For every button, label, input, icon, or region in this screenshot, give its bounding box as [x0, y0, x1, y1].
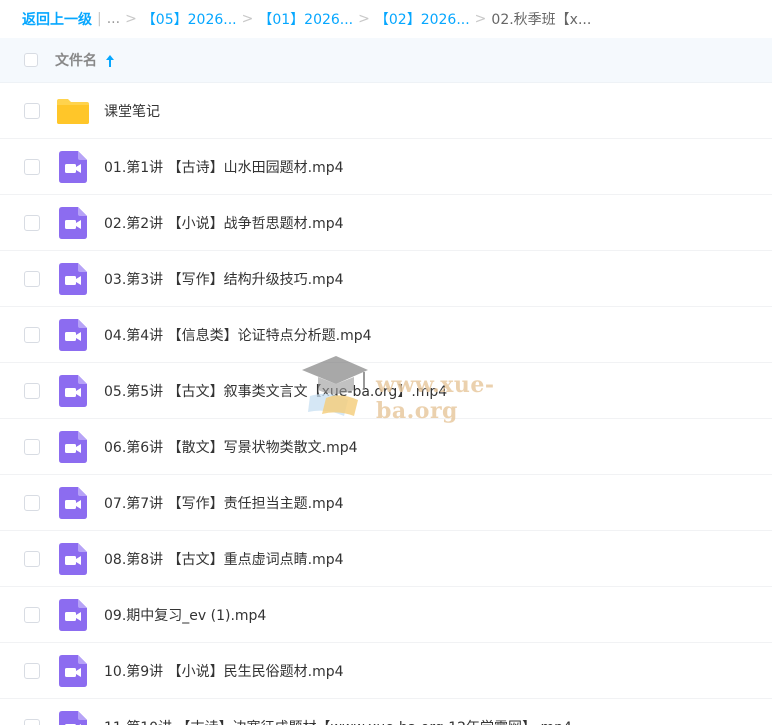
file-row[interactable]: 04.第4讲 【信息类】论证特点分析题.mp4: [0, 307, 772, 363]
video-file-icon[interactable]: [56, 486, 90, 520]
breadcrumb-ellipsis[interactable]: ...: [107, 11, 120, 27]
back-button[interactable]: 返回上一级: [22, 9, 92, 29]
file-name[interactable]: 课堂笔记: [104, 101, 160, 121]
row-checkbox[interactable]: [24, 214, 40, 231]
file-row[interactable]: 11.第10讲 【古诗】边塞征戍题材【www.xue-ba.org 12年学霸网…: [0, 699, 772, 725]
file-row[interactable]: 03.第3讲 【写作】结构升级技巧.mp4: [0, 251, 772, 307]
file-row[interactable]: 07.第7讲 【写作】责任担当主题.mp4: [0, 475, 772, 531]
video-file-icon[interactable]: [56, 206, 90, 240]
file-name[interactable]: 06.第6讲 【散文】写景状物类散文.mp4: [104, 437, 358, 457]
file-row[interactable]: 05.第5讲 【古文】叙事类文言文【xue-ba.org】.mp4: [0, 363, 772, 419]
row-checkbox[interactable]: [24, 606, 40, 623]
folder-row[interactable]: 课堂笔记: [0, 83, 772, 139]
file-row[interactable]: 02.第2讲 【小说】战争哲思题材.mp4: [0, 195, 772, 251]
file-row[interactable]: 01.第1讲 【古诗】山水田园题材.mp4: [0, 139, 772, 195]
row-checkbox[interactable]: [24, 662, 40, 679]
row-checkbox[interactable]: [24, 270, 40, 287]
filename-column-header[interactable]: 文件名: [55, 50, 97, 70]
video-file-icon[interactable]: [56, 374, 90, 408]
file-name[interactable]: 05.第5讲 【古文】叙事类文言文【xue-ba.org】.mp4: [104, 381, 447, 401]
video-file-icon[interactable]: [56, 710, 90, 725]
row-checkbox[interactable]: [24, 326, 40, 343]
file-row[interactable]: 09.期中复习_ev (1).mp4: [0, 587, 772, 643]
row-checkbox[interactable]: [24, 718, 40, 725]
video-file-icon[interactable]: [56, 262, 90, 296]
breadcrumb-item-2[interactable]: 【01】2026...: [258, 9, 353, 29]
video-file-icon[interactable]: [56, 150, 90, 184]
row-checkbox[interactable]: [24, 158, 40, 175]
breadcrumb-item-1[interactable]: 【05】2026...: [142, 9, 237, 29]
file-name[interactable]: 11.第10讲 【古诗】边塞征戍题材【www.xue-ba.org 12年学霸网…: [104, 717, 572, 725]
file-name[interactable]: 10.第9讲 【小说】民生民俗题材.mp4: [104, 661, 344, 681]
row-checkbox[interactable]: [24, 102, 40, 119]
file-name[interactable]: 08.第8讲 【古文】重点虚词点睛.mp4: [104, 549, 344, 569]
row-checkbox[interactable]: [24, 550, 40, 567]
breadcrumb: 返回上一级 | ... > 【05】2026... > 【01】2026... …: [0, 0, 772, 38]
file-row[interactable]: 10.第9讲 【小说】民生民俗题材.mp4: [0, 643, 772, 699]
file-name[interactable]: 03.第3讲 【写作】结构升级技巧.mp4: [104, 269, 344, 289]
breadcrumb-separator: >: [125, 11, 137, 27]
folder-icon[interactable]: [56, 94, 90, 128]
file-name[interactable]: 02.第2讲 【小说】战争哲思题材.mp4: [104, 213, 344, 233]
breadcrumb-separator: >: [358, 11, 370, 27]
video-file-icon[interactable]: [56, 654, 90, 688]
row-checkbox[interactable]: [24, 382, 40, 399]
breadcrumb-item-3[interactable]: 【02】2026...: [375, 9, 470, 29]
row-checkbox[interactable]: [24, 494, 40, 511]
file-name[interactable]: 09.期中复习_ev (1).mp4: [104, 605, 266, 625]
file-list-header: 文件名: [0, 38, 772, 83]
breadcrumb-divider: |: [97, 11, 102, 27]
video-file-icon[interactable]: [56, 318, 90, 352]
row-checkbox[interactable]: [24, 438, 40, 455]
sort-asc-icon[interactable]: [105, 53, 115, 67]
file-row[interactable]: 08.第8讲 【古文】重点虚词点睛.mp4: [0, 531, 772, 587]
breadcrumb-separator: >: [474, 11, 487, 27]
video-file-icon[interactable]: [56, 542, 90, 576]
file-name[interactable]: 07.第7讲 【写作】责任担当主题.mp4: [104, 493, 344, 513]
video-file-icon[interactable]: [56, 598, 90, 632]
breadcrumb-current: 02.秋季班【x...: [491, 12, 592, 28]
file-row[interactable]: 06.第6讲 【散文】写景状物类散文.mp4: [0, 419, 772, 475]
file-list: 课堂笔记 01.第1讲 【古诗】山水田园题材.mp4 02.第2讲 【小说】战争哲思…: [0, 83, 772, 725]
file-name[interactable]: 01.第1讲 【古诗】山水田园题材.mp4: [104, 157, 344, 177]
select-all-checkbox[interactable]: [24, 53, 38, 67]
breadcrumb-separator: >: [241, 11, 254, 27]
video-file-icon[interactable]: [56, 430, 90, 464]
file-name[interactable]: 04.第4讲 【信息类】论证特点分析题.mp4: [104, 325, 372, 345]
